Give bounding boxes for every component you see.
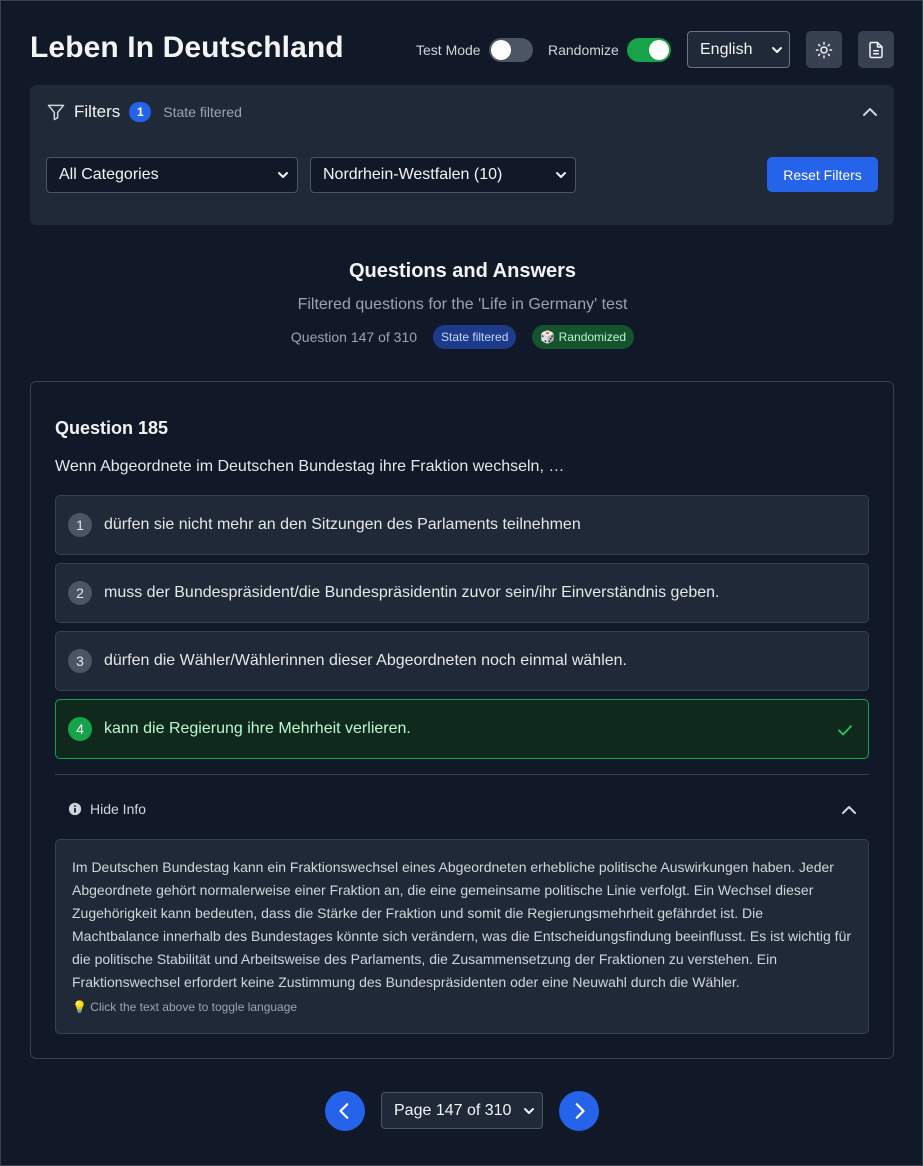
- question-text: Wenn Abgeordnete im Deutschen Bundestag …: [55, 458, 565, 475]
- page-value: Page 147 of 310: [394, 1101, 512, 1119]
- question-number: Question 185: [55, 418, 169, 438]
- info-panel: Im Deutschen Bundestag kann ein Fraktion…: [55, 839, 869, 1034]
- document-icon: [869, 41, 883, 58]
- filters-panel: Filters 1 State filtered All Categories …: [30, 85, 894, 225]
- info-toggle-label: Hide Info: [90, 801, 147, 817]
- document-button[interactable]: [858, 31, 894, 68]
- section-title: Questions and Answers: [348, 260, 577, 282]
- language-value: English: [700, 40, 753, 58]
- state-select[interactable]: Nordrhein-Westfalen (10): [310, 157, 576, 193]
- category-select[interactable]: All Categories: [46, 157, 298, 193]
- answer-number: 4: [68, 717, 92, 741]
- randomize-label: Randomize: [548, 42, 619, 58]
- info-toggle-button[interactable]: Hide Info: [68, 801, 146, 817]
- test-mode-toggle[interactable]: [488, 38, 533, 62]
- answer-number: 1: [68, 513, 92, 537]
- answer-option[interactable]: 3 dürfen die Wähler/Wählerinnen dieser A…: [55, 631, 869, 691]
- section-subtitle: Filtered questions for the 'Life in Germ…: [297, 296, 628, 313]
- chevron-down-icon: [524, 1107, 534, 1114]
- test-mode-control: Test Mode: [416, 38, 533, 62]
- answer-text: dürfen sie nicht mehr an den Sitzungen d…: [104, 516, 581, 533]
- check-icon: [838, 725, 852, 736]
- answer-text: kann die Regierung ihre Mehrheit verlier…: [104, 720, 411, 737]
- filter-icon: [47, 104, 65, 121]
- toggle-knob: [490, 40, 511, 60]
- info-hint: 💡 Click the text above to toggle languag…: [72, 1000, 298, 1014]
- reset-filters-button[interactable]: Reset Filters: [767, 157, 878, 192]
- chevron-down-icon: [772, 46, 782, 53]
- next-page-button[interactable]: [559, 1091, 599, 1131]
- chevron-down-icon: [278, 172, 288, 178]
- answer-option[interactable]: 2 muss der Bundespräsident/die Bundesprä…: [55, 563, 869, 623]
- theme-toggle-button[interactable]: [806, 31, 842, 68]
- answer-number: 3: [68, 649, 92, 673]
- category-value: All Categories: [59, 166, 159, 183]
- answer-option-correct[interactable]: 4 kann die Regierung ihre Mehrheit verli…: [55, 699, 869, 759]
- answer-number: 2: [68, 581, 92, 605]
- test-mode-label: Test Mode: [416, 42, 481, 58]
- divider: [55, 774, 869, 775]
- previous-page-button[interactable]: [325, 1091, 365, 1131]
- language-select[interactable]: English: [687, 31, 790, 68]
- sun-icon: [815, 41, 833, 58]
- filters-header[interactable]: Filters 1 State filtered: [46, 102, 242, 122]
- answer-option[interactable]: 1 dürfen sie nicht mehr an den Sitzungen…: [55, 495, 869, 555]
- filter-count-badge: 1: [129, 102, 152, 122]
- info-text[interactable]: Im Deutschen Bundestag kann ein Fraktion…: [72, 856, 852, 994]
- chevron-up-icon[interactable]: [862, 104, 878, 120]
- randomized-badge: 🎲 Randomized: [532, 325, 635, 349]
- app-title: Leben In Deutschland: [30, 31, 344, 64]
- state-value: Nordrhein-Westfalen (10): [323, 166, 503, 183]
- question-card: Question 185 Wenn Abgeordnete im Deutsch…: [30, 381, 894, 1059]
- chevron-left-icon: [339, 1103, 349, 1119]
- randomize-control: Randomize: [548, 38, 671, 62]
- filters-title: Filters: [74, 102, 121, 121]
- question-progress: Question 147 of 310: [290, 329, 418, 345]
- chevron-down-icon: [556, 172, 566, 178]
- state-filtered-badge: State filtered: [433, 325, 517, 349]
- chevron-right-icon: [575, 1103, 585, 1119]
- answer-text: muss der Bundespräsident/die Bundespräsi…: [104, 584, 720, 601]
- chevron-up-icon[interactable]: [841, 802, 857, 818]
- filter-status-text: State filtered: [163, 104, 242, 120]
- question-meta: Question 147 of 310 State filtered 🎲 Ran…: [1, 325, 923, 349]
- toggle-knob: [648, 40, 669, 60]
- info-icon: [68, 802, 82, 816]
- randomize-toggle[interactable]: [626, 38, 671, 62]
- page-select[interactable]: Page 147 of 310: [381, 1092, 543, 1129]
- answer-text: dürfen die Wähler/Wählerinnen dieser Abg…: [104, 652, 627, 669]
